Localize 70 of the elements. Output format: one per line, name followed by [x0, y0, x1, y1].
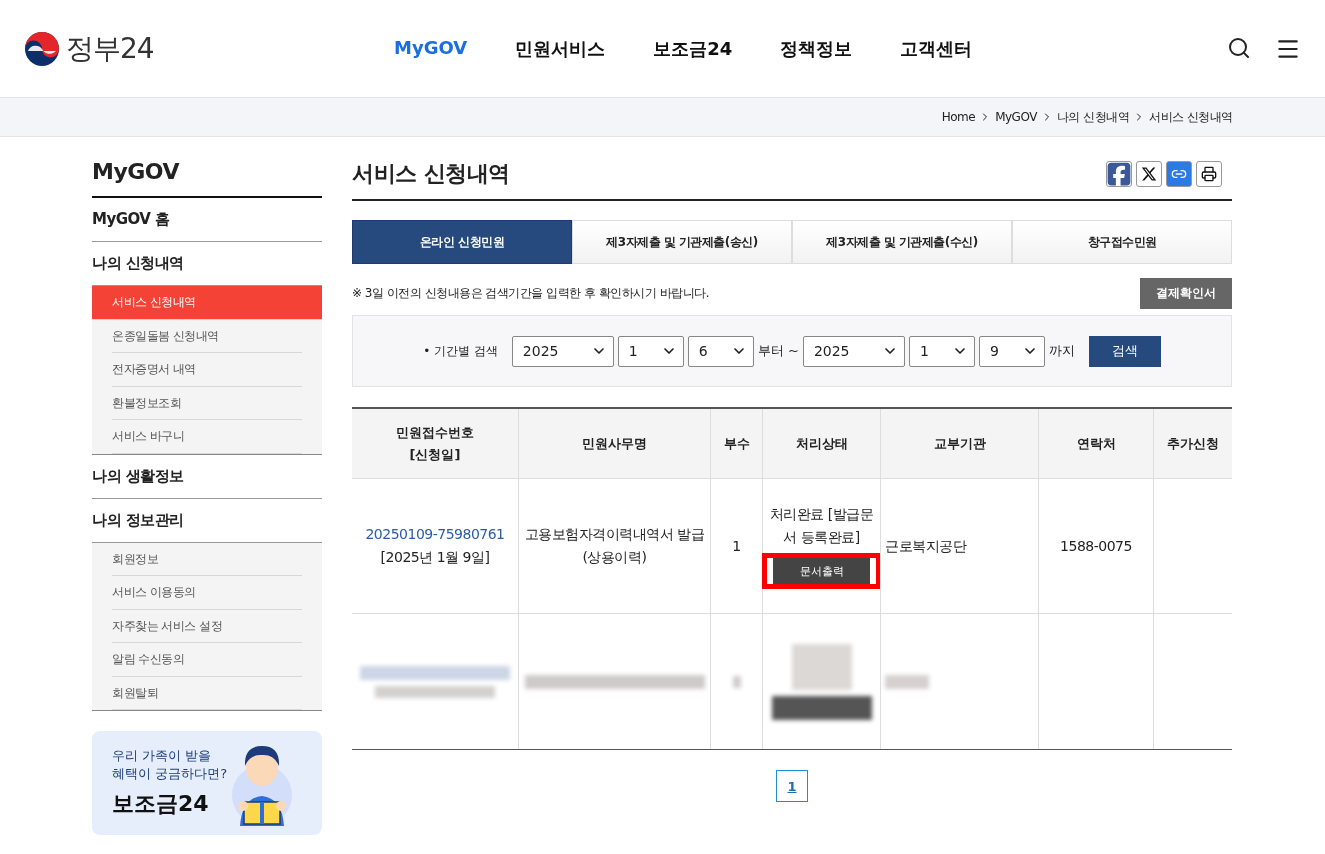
print-icon[interactable] — [1196, 161, 1222, 187]
table-cell-text: 처리완료 [발급문서 등록완료] — [768, 505, 875, 547]
date-select[interactable]: 2025 — [511, 335, 614, 367]
breadcrumb-link[interactable]: MyGOV — [995, 110, 1037, 124]
column-header: 민원사무명 — [518, 409, 710, 479]
nav-link[interactable]: MyGOV — [394, 36, 468, 61]
facebook-share-icon[interactable] — [1106, 161, 1132, 187]
sidebar-title: MyGOV — [92, 159, 322, 198]
sidebar-item[interactable]: 회원정보 — [112, 542, 302, 576]
date-select[interactable]: 6 — [687, 335, 754, 367]
sidebar-section[interactable]: 나의 생활정보 — [92, 454, 322, 499]
promo-banner[interactable]: 우리 가족이 받을 혜택이 궁금하다면? 보조금24 — [92, 731, 322, 835]
column-header: 교부기관 — [880, 409, 1038, 479]
nav-link[interactable]: 보조금24 — [653, 36, 733, 61]
application-number-link[interactable]: 20250109-75980761 — [365, 523, 505, 546]
sidebar-item[interactable]: 온종일돌봄 신청내역 — [112, 319, 302, 353]
banner-text: 우리 가족이 받을 — [112, 747, 213, 765]
sidebar-item[interactable]: 회원탈퇴 — [112, 676, 302, 710]
notice-text: ※ 3일 이전의 신청내용은 검색기간을 입력한 후 확인하시기 바랍니다. — [352, 285, 710, 302]
receipt-button[interactable]: 결제확인서 — [1140, 278, 1232, 309]
banner-title: 보조금24 — [112, 790, 210, 818]
column-header: 연락처 — [1038, 409, 1153, 479]
sidebar-item[interactable]: 환불정보조회 — [112, 386, 302, 420]
date-select[interactable]: 2025 — [802, 335, 905, 367]
table-cell-text: 1588-0075 — [1060, 536, 1132, 556]
breadcrumb-link[interactable]: 나의 신청내역 — [1056, 108, 1130, 126]
sidebar-section[interactable]: 나의 정보관리 — [92, 498, 322, 543]
nav-link[interactable]: 민원서비스 — [515, 36, 606, 61]
blurred-text — [885, 674, 929, 689]
sidebar-item[interactable]: 서비스 바구니 — [112, 420, 302, 454]
date-select[interactable]: 9 — [978, 335, 1045, 367]
search-button[interactable]: 검색 — [1088, 335, 1161, 367]
date-select[interactable]: 1 — [908, 335, 975, 367]
column-header: 부수 — [710, 409, 762, 479]
search-icon[interactable] — [1227, 35, 1251, 60]
page-title: 서비스 신청내역 — [352, 160, 510, 188]
logo-icon — [24, 30, 60, 67]
sidebar-item[interactable]: 자주찾는 서비스 설정 — [112, 609, 302, 643]
sidebar-item[interactable]: 서비스 이용동의 — [112, 576, 302, 610]
link-icon[interactable] — [1166, 161, 1192, 187]
column-header: 민원접수번호 [신청일] — [352, 409, 518, 479]
x-share-icon[interactable] — [1136, 161, 1162, 187]
print-document-button[interactable]: 문서출력 — [773, 558, 870, 584]
tab[interactable]: 제3자제출 및 기관제출(수신) — [792, 220, 1012, 264]
tab[interactable]: 창구접수민원 — [1012, 220, 1232, 264]
banner-text: 혜택이 궁금하다면? — [112, 765, 228, 783]
breadcrumb-link[interactable]: 서비스 신청내역 — [1149, 108, 1233, 126]
to-label: 까지 — [1048, 342, 1075, 360]
sidebar-item[interactable]: 서비스 신청내역 — [92, 286, 322, 320]
column-header: 추가신청 — [1153, 409, 1232, 479]
tab[interactable]: 제3자제출 및 기관제출(송신) — [572, 220, 792, 264]
table-cell-text: 고용보험자격이력내역서 발급(상용이력) — [523, 525, 706, 567]
period-label: • 기간별 검색 — [423, 342, 498, 360]
page-link[interactable]: 1 — [776, 770, 808, 802]
nav-link[interactable]: 정책정보 — [780, 36, 853, 61]
date-select[interactable]: 1 — [617, 335, 684, 367]
sidebar-section[interactable]: MyGOV 홈 — [92, 198, 322, 242]
column-header: 처리상태 — [762, 409, 880, 479]
blurred-text — [791, 643, 852, 690]
blurred-text — [732, 675, 741, 688]
table-cell-text: 1 — [732, 536, 741, 556]
sidebar-item[interactable]: 전자증명서 내역 — [112, 353, 302, 387]
sidebar-item[interactable]: 알림 수신동의 — [112, 643, 302, 677]
table-cell-text: 근로복지공단 — [885, 536, 966, 556]
table-cell-text: [2025년 1월 9일] — [380, 548, 490, 567]
nav-link[interactable]: 고객센터 — [900, 36, 973, 61]
breadcrumb-link[interactable]: Home — [941, 110, 976, 124]
from-label: 부터 ~ — [757, 342, 799, 360]
tab[interactable]: 온라인 신청민원 — [352, 220, 572, 264]
logo-text[interactable]: 정부24 — [66, 29, 154, 68]
